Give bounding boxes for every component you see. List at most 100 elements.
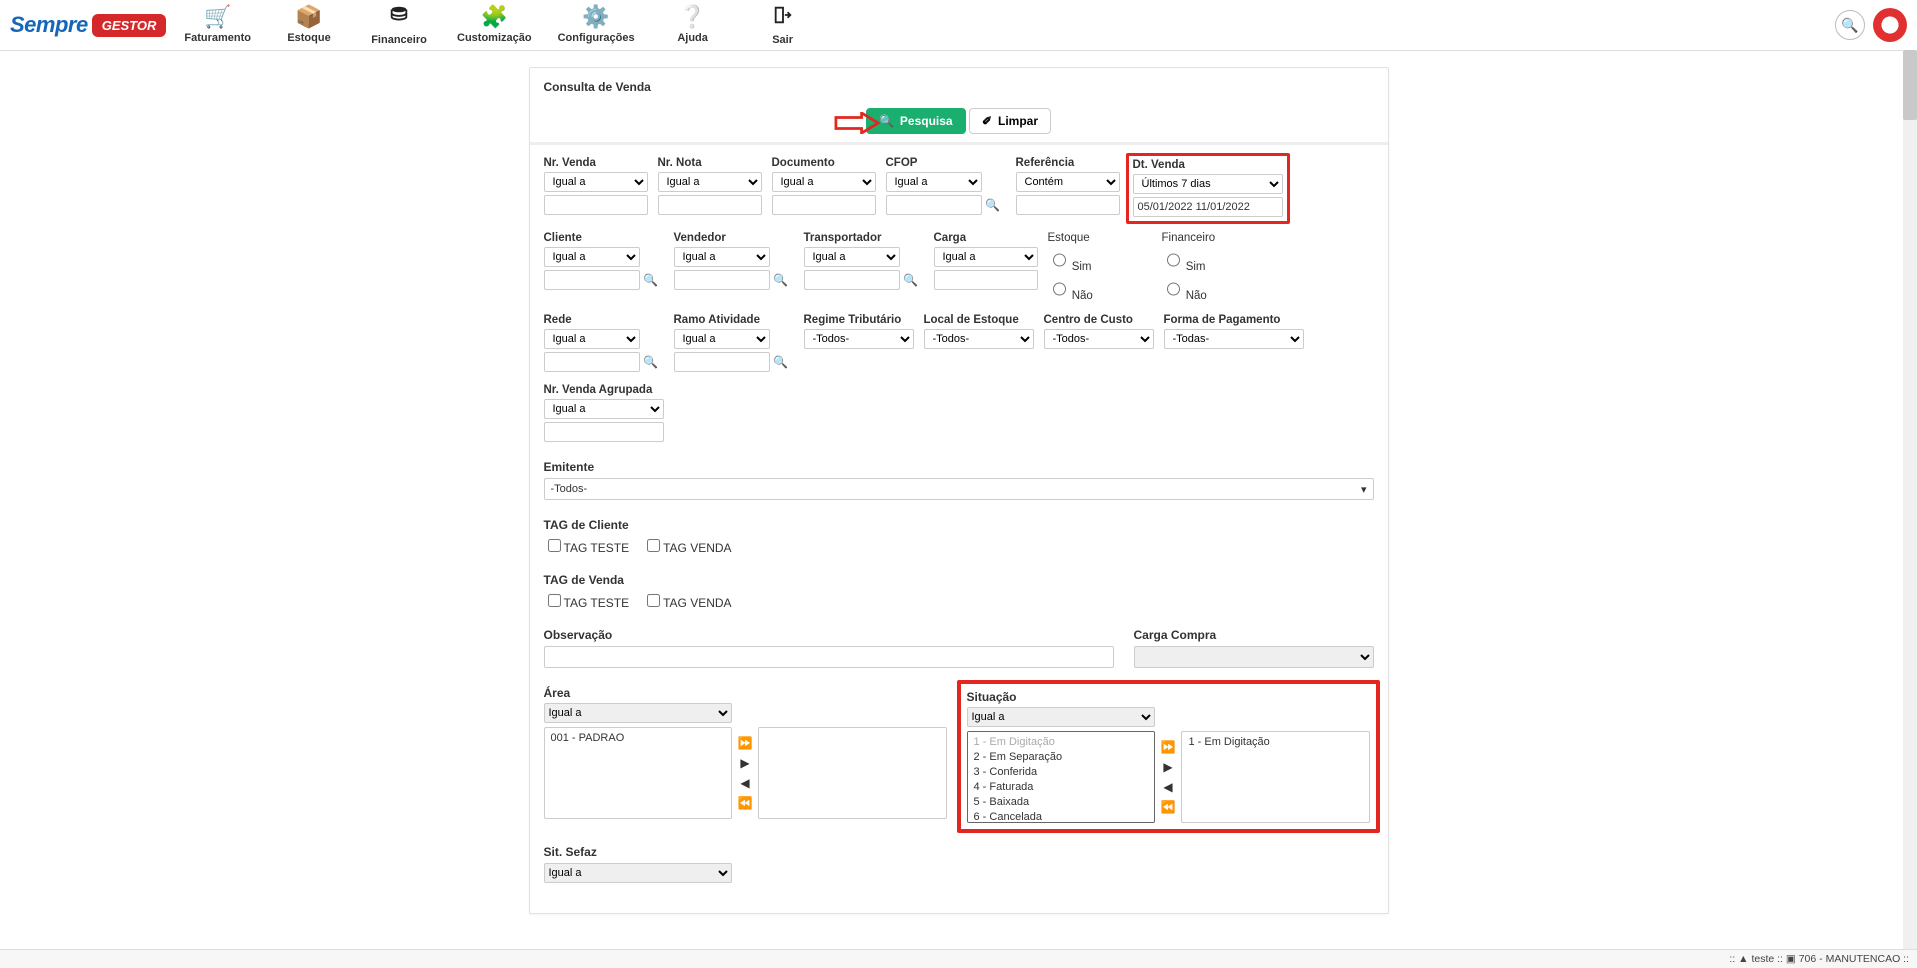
list-item[interactable]: 5 - Baixada	[972, 795, 1150, 810]
cfop-input[interactable]	[886, 195, 982, 215]
move-right-icon[interactable]: ▶	[740, 756, 749, 770]
vendedor-input[interactable]	[674, 270, 770, 290]
regime-select[interactable]: -Todos-	[804, 329, 914, 349]
list-item[interactable]: 1 - Em Digitação	[972, 735, 1150, 750]
field-referencia: Referência Contém	[1016, 157, 1120, 220]
area-label: Área	[544, 686, 947, 700]
forma-select[interactable]: -Todas-	[1164, 329, 1304, 349]
field-ramo: Ramo Atividade Igual a 🔍	[674, 314, 794, 372]
highlight-dt-venda: Dt. Venda Últimos 7 dias 05/01/2022 11/0…	[1126, 153, 1290, 224]
situacao-transfer-buttons: ⏩ ▶ ◀ ⏪	[1161, 731, 1176, 823]
field-label: Referência	[1016, 157, 1120, 169]
tag-cliente-venda[interactable]: TAG VENDA	[643, 536, 731, 555]
move-all-right-icon[interactable]: ⏩	[738, 736, 753, 750]
rede-op[interactable]: Igual a	[544, 329, 640, 349]
situacao-available-list[interactable]: 1 - Em Digitação 2 - Em Separação 3 - Co…	[967, 731, 1155, 823]
move-right-icon[interactable]: ▶	[1163, 760, 1172, 774]
transportador-input[interactable]	[804, 270, 900, 290]
cliente-lookup-icon[interactable]: 🔍	[644, 273, 658, 287]
move-left-icon[interactable]: ◀	[740, 776, 749, 790]
situacao-op[interactable]: Igual a	[967, 707, 1155, 727]
carga-compra-label: Carga Compra	[1134, 628, 1374, 642]
nr-nota-input[interactable]	[658, 195, 762, 215]
content-wrap: Consulta de Venda 🔍 Pesquisa ✐ Limpar Nr…	[0, 51, 1917, 954]
estoque-nao[interactable]: Não	[1048, 276, 1152, 302]
area-selected-list[interactable]	[758, 727, 946, 819]
nav-sair[interactable]: Sair	[751, 4, 815, 46]
highlight-situacao: Situação Igual a 1 - Em Digitação 2 - Em…	[957, 680, 1380, 833]
documento-input[interactable]	[772, 195, 876, 215]
nav-ajuda[interactable]: ❔ Ajuda	[661, 4, 725, 46]
area-available-list[interactable]: 001 - PADRAO	[544, 727, 732, 819]
vendedor-lookup-icon[interactable]: 🔍	[774, 273, 788, 287]
list-item[interactable]: 4 - Faturada	[972, 780, 1150, 795]
financeiro-nao[interactable]: Não	[1162, 276, 1266, 302]
observacao-input[interactable]	[544, 646, 1114, 668]
nr-venda-agr-input[interactable]	[544, 422, 664, 442]
chat-button[interactable]	[1873, 8, 1907, 42]
transportador-lookup-icon[interactable]: 🔍	[904, 273, 918, 287]
nav-configuracoes[interactable]: ⚙️ Configurações	[558, 4, 635, 46]
sit-sefaz-op[interactable]: Igual a	[544, 863, 732, 883]
help-icon: ❔	[679, 4, 706, 30]
centro-select[interactable]: -Todos-	[1044, 329, 1154, 349]
ramo-lookup-icon[interactable]: 🔍	[774, 355, 788, 369]
area-op[interactable]: Igual a	[544, 703, 732, 723]
list-item[interactable]: 6 - Cancelada	[972, 810, 1150, 823]
scrollbar-thumb[interactable]	[1903, 50, 1917, 120]
nav-financeiro[interactable]: Financeiro	[367, 4, 431, 46]
carga-input[interactable]	[934, 270, 1038, 290]
tag-cliente-teste[interactable]: TAG TESTE	[544, 536, 630, 555]
cfop-op[interactable]: Igual a	[886, 172, 982, 192]
global-search-button[interactable]: 🔍	[1835, 10, 1865, 40]
ramo-op[interactable]: Igual a	[674, 329, 770, 349]
page-scrollbar[interactable]	[1903, 50, 1917, 950]
estoque-sim[interactable]: Sim	[1048, 247, 1152, 273]
nr-venda-op[interactable]: Igual a	[544, 172, 648, 192]
dt-venda-op[interactable]: Últimos 7 dias	[1133, 174, 1283, 194]
nav-faturamento[interactable]: 🛒 Faturamento	[184, 4, 251, 46]
documento-op[interactable]: Igual a	[772, 172, 876, 192]
field-forma: Forma de Pagamento -Todas-	[1164, 314, 1304, 372]
nav-estoque[interactable]: 📦 Estoque	[277, 4, 341, 46]
tag-venda-teste[interactable]: TAG TESTE	[544, 591, 630, 610]
ramo-input[interactable]	[674, 352, 770, 372]
cliente-input[interactable]	[544, 270, 640, 290]
nr-venda-agr-op[interactable]: Igual a	[544, 399, 664, 419]
move-all-left-icon[interactable]: ⏪	[1161, 800, 1176, 814]
rede-lookup-icon[interactable]: 🔍	[644, 355, 658, 369]
tag-venda-venda[interactable]: TAG VENDA	[643, 591, 731, 610]
field-local: Local de Estoque -Todos-	[924, 314, 1034, 372]
transportador-op[interactable]: Igual a	[804, 247, 900, 267]
nr-venda-input[interactable]	[544, 195, 648, 215]
local-select[interactable]: -Todos-	[924, 329, 1034, 349]
vendedor-op[interactable]: Igual a	[674, 247, 770, 267]
limpar-button[interactable]: ✐ Limpar	[969, 108, 1051, 134]
carga-compra-select[interactable]	[1134, 646, 1374, 668]
carga-op[interactable]: Igual a	[934, 247, 1038, 267]
nav-items: 🛒 Faturamento 📦 Estoque Financeiro 🧩 Cus…	[184, 4, 814, 46]
pesquisa-button[interactable]: 🔍 Pesquisa	[866, 108, 966, 134]
situacao-selected-list[interactable]: 1 - Em Digitação	[1181, 731, 1369, 823]
move-left-icon[interactable]: ◀	[1163, 780, 1172, 794]
nav-customizacao[interactable]: 🧩 Customização	[457, 4, 532, 46]
field-carga-compra: Carga Compra	[1134, 628, 1374, 668]
nr-nota-op[interactable]: Igual a	[658, 172, 762, 192]
logo[interactable]: Sempre GESTOR	[10, 12, 166, 38]
referencia-op[interactable]: Contém	[1016, 172, 1120, 192]
move-all-right-icon[interactable]: ⏩	[1161, 740, 1176, 754]
panel-title: Consulta de Venda	[544, 80, 1374, 94]
referencia-input[interactable]	[1016, 195, 1120, 215]
dt-venda-value[interactable]: 05/01/2022 11/01/2022	[1133, 197, 1283, 217]
financeiro-sim[interactable]: Sim	[1162, 247, 1266, 273]
nav-label: Financeiro	[371, 34, 427, 46]
list-item[interactable]: 2 - Em Separação	[972, 750, 1150, 765]
list-item[interactable]: 3 - Conferida	[972, 765, 1150, 780]
list-item[interactable]: 001 - PADRAO	[549, 731, 727, 746]
cfop-lookup-icon[interactable]: 🔍	[986, 198, 1000, 212]
move-all-left-icon[interactable]: ⏪	[738, 796, 753, 810]
cliente-op[interactable]: Igual a	[544, 247, 640, 267]
emitente-select[interactable]: -Todos- ▾	[544, 478, 1374, 500]
rede-input[interactable]	[544, 352, 640, 372]
list-item[interactable]: 1 - Em Digitação	[1186, 735, 1364, 750]
